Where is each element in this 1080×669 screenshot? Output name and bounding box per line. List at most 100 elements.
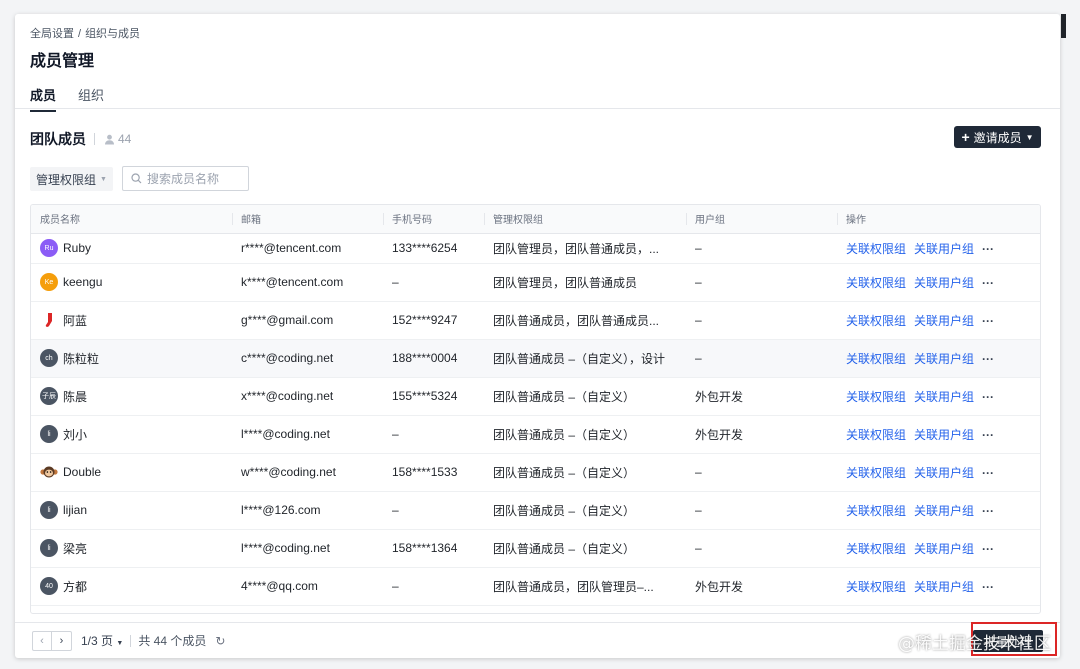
more-icon[interactable]: ··· xyxy=(982,314,994,328)
search-input[interactable] xyxy=(147,171,242,186)
link-user-group[interactable]: 关联用户组 xyxy=(914,390,974,404)
cell-actions: 关联权限组 关联用户组 ··· xyxy=(837,415,1040,454)
link-user-group[interactable]: 关联用户组 xyxy=(914,242,974,256)
page-header: 全局设置 / 组织与成员 成员管理 成员 组织 xyxy=(15,14,1060,112)
link-permission-group[interactable]: 关联权限组 xyxy=(846,276,906,290)
link-permission-group[interactable]: 关联权限组 xyxy=(846,390,906,404)
cell-group: – xyxy=(686,301,837,340)
cell-name: 阿蓝 xyxy=(31,301,232,340)
cell-name: ch 陈粒粒 xyxy=(31,339,232,378)
link-user-group[interactable]: 关联用户组 xyxy=(914,276,974,290)
avatar: li xyxy=(40,501,58,519)
more-icon[interactable]: ··· xyxy=(982,542,994,556)
link-permission-group[interactable]: 关联权限组 xyxy=(846,580,906,594)
link-user-group[interactable]: 关联用户组 xyxy=(914,580,974,594)
link-permission-group[interactable]: 关联权限组 xyxy=(846,428,906,442)
cell-name: 子辰 陈晨 xyxy=(31,377,232,416)
table-row[interactable]: ch 陈粒粒 c****@coding.net 188****0004 团队普通成员 –… xyxy=(31,339,1040,378)
more-icon[interactable]: ··· xyxy=(982,504,994,518)
more-icon[interactable]: ··· xyxy=(982,428,994,442)
cell-group: – xyxy=(686,453,837,492)
page-selector[interactable]: 1/3 页 ▼ xyxy=(81,632,123,649)
column-header-group: 用户组 xyxy=(686,205,837,234)
invite-member-label: 邀请成员 xyxy=(973,130,1022,145)
more-icon[interactable]: ··· xyxy=(982,580,994,594)
link-permission-group[interactable]: 关联权限组 xyxy=(846,542,906,556)
cell-roles: 团队普通成员 –（自定义） xyxy=(484,529,686,568)
member-name: 陈晨 xyxy=(63,389,88,404)
cell-roles: 团队普通成员 –（自定义） xyxy=(484,377,686,416)
more-icon[interactable]: ··· xyxy=(982,466,994,480)
cell-email: l****@coding.net xyxy=(232,415,383,454)
link-user-group[interactable]: 关联用户组 xyxy=(914,466,974,480)
member-table: 成员名称 邮箱 手机号码 管理权限组 用户组 操作 Ru Ruby r****@te… xyxy=(30,204,1041,614)
table-row[interactable]: li 梁亮 l****@coding.net 158****1364 团队普通成员 –（… xyxy=(31,529,1040,568)
chevron-right-icon: › xyxy=(59,634,64,647)
member-name: 陈粒粒 xyxy=(63,351,100,366)
prev-page-button[interactable]: ‹ xyxy=(32,630,52,651)
cell-actions: 关联权限组 关联用户组 ··· xyxy=(837,263,1040,302)
more-icon[interactable]: ··· xyxy=(982,242,994,256)
app-window: 全局设置 / 组织与成员 成员管理 成员 组织 团队成员 44 + 邀请成员 ▼ 管… xyxy=(15,14,1060,658)
cell-email: l****@coding.net xyxy=(232,529,383,568)
table-row[interactable]: Ru Ruby r****@tencent.com 133****6254 团队管理员，… xyxy=(31,233,1040,264)
total-count: 共 44 个成员 xyxy=(138,634,207,648)
cell-roles: 团队普通成员 –（自定义） xyxy=(484,453,686,492)
next-page-button[interactable]: › xyxy=(52,630,72,651)
cell-group: 外包开发 xyxy=(686,567,837,606)
cell-roles: 团队管理员，团队普通成员，... xyxy=(484,233,686,264)
link-user-group[interactable]: 关联用户组 xyxy=(914,504,974,518)
table-row[interactable]: Ke keengu k****@tencent.com – 团队管理员，团队普通成员 – 关… xyxy=(31,263,1040,302)
table-row[interactable]: li lijian l****@126.com – 团队普通成员 –（自定义） – 关联权限… xyxy=(31,491,1040,530)
column-header-actions: 操作 xyxy=(837,205,1040,234)
table-row[interactable]: Double w****@coding.net 158****1533 团队普通成员 … xyxy=(31,453,1040,492)
table-row[interactable]: li 刘小 l****@coding.net – 团队普通成员 –（自定义） 外包开发 关联… xyxy=(31,415,1040,454)
table-row[interactable]: 阿蓝 g****@gmail.com 152****9247 团队普通成员，团队普通成… xyxy=(31,301,1040,340)
breadcrumb: 全局设置 / 组织与成员 xyxy=(30,25,144,41)
tab-members[interactable]: 成员 xyxy=(30,85,57,112)
sock-avatar-icon xyxy=(45,313,52,327)
link-user-group[interactable]: 关联用户组 xyxy=(914,314,974,328)
link-permission-group[interactable]: 关联权限组 xyxy=(846,314,906,328)
cell-roles: 团队普通成员 –（自定义），设计 xyxy=(484,339,686,378)
breadcrumb-item-settings[interactable]: 全局设置 xyxy=(30,28,74,40)
cell-phone: 158****1364 xyxy=(383,529,484,568)
cell-group: – xyxy=(686,339,837,378)
permission-group-filter[interactable]: 管理权限组 ▼ xyxy=(30,167,113,191)
refresh-icon[interactable]: ↻ xyxy=(215,634,225,648)
member-name: Double xyxy=(63,465,102,479)
cell-phone: 133****6254 xyxy=(383,233,484,264)
member-name: Ruby xyxy=(63,241,92,255)
avatar: li xyxy=(40,425,58,443)
cell-email: k****@tencent.com xyxy=(232,263,383,302)
cell-name: li 梁亮 xyxy=(31,529,232,568)
link-permission-group[interactable]: 关联权限组 xyxy=(846,466,906,480)
link-permission-group[interactable]: 关联权限组 xyxy=(846,242,906,256)
link-permission-group[interactable]: 关联权限组 xyxy=(846,504,906,518)
cell-actions: 关联权限组 关联用户组 ··· xyxy=(837,301,1040,340)
link-user-group[interactable]: 关联用户组 xyxy=(914,428,974,442)
chevron-left-icon: ‹ xyxy=(40,634,44,647)
table-row[interactable]: 子辰 陈晨 x****@coding.net 155****5324 团队普通成员 –（… xyxy=(31,377,1040,416)
caret-down-icon: ▼ xyxy=(100,175,107,183)
more-icon[interactable]: ··· xyxy=(982,276,994,290)
link-permission-group[interactable]: 关联权限组 xyxy=(846,352,906,366)
cell-actions: 关联权限组 关联用户组 ··· xyxy=(837,529,1040,568)
tab-organization[interactable]: 组织 xyxy=(78,85,104,112)
cell-email: w****@coding.net xyxy=(232,453,383,492)
invite-member-button[interactable]: + 邀请成员 ▼ xyxy=(954,126,1041,148)
cell-actions: 关联权限组 关联用户组 ··· xyxy=(837,233,1040,264)
more-icon[interactable]: ··· xyxy=(982,352,994,366)
link-user-group[interactable]: 关联用户组 xyxy=(914,542,974,556)
member-search[interactable] xyxy=(122,166,249,191)
cell-phone: – xyxy=(383,415,484,454)
cell-name: 40 方都 xyxy=(31,567,232,606)
cell-group: – xyxy=(686,263,837,302)
more-icon[interactable]: ··· xyxy=(982,390,994,404)
cell-actions: 关联权限组 关联用户组 ··· xyxy=(837,377,1040,416)
table-row[interactable]: 40 方都 4****@qq.com – 团队普通成员，团队管理员–... 外包开发 关联权… xyxy=(31,567,1040,606)
cell-group: – xyxy=(686,529,837,568)
avatar xyxy=(40,463,58,481)
link-user-group[interactable]: 关联用户组 xyxy=(914,352,974,366)
cell-phone: – xyxy=(383,263,484,302)
